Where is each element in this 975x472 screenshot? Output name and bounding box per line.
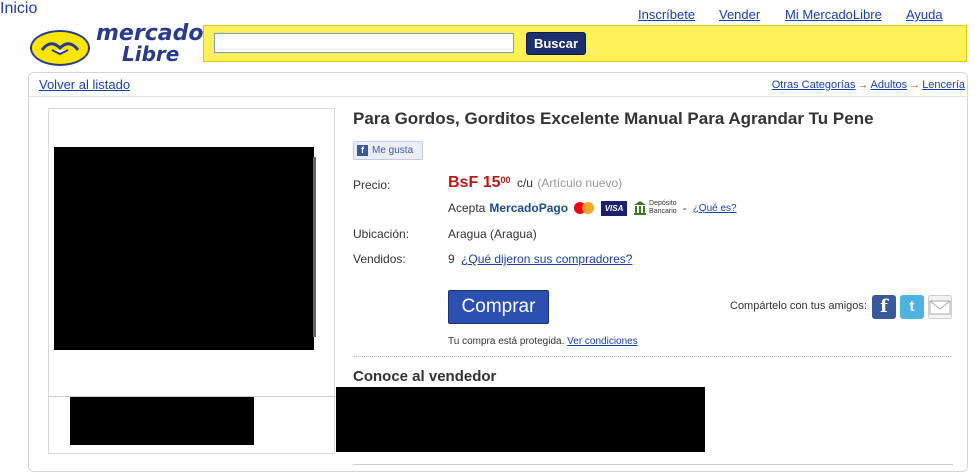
breadcrumb-arrow-icon: → bbox=[857, 79, 869, 91]
nav-link-home[interactable]: Inicio bbox=[0, 0, 37, 17]
like-label: Me gusta bbox=[372, 145, 414, 156]
search-bar: Buscar bbox=[203, 25, 967, 62]
mercadolibre-logo[interactable]: mercado Libre bbox=[28, 21, 204, 70]
product-thumbnail[interactable] bbox=[70, 397, 254, 445]
handshake-icon bbox=[30, 30, 90, 66]
logo-wordmark: mercado Libre bbox=[96, 21, 204, 66]
view-conditions-link[interactable]: Ver condiciones bbox=[567, 336, 638, 347]
nav-link-sell[interactable]: Vender bbox=[719, 7, 760, 22]
search-input[interactable] bbox=[214, 33, 514, 53]
price-value: BsF 1500 c/u (Artículo nuevo) bbox=[448, 174, 623, 191]
seller-heading: Conoce al vendedor bbox=[353, 368, 497, 385]
mercadopago-label: MercadoPago bbox=[489, 201, 569, 215]
breadcrumb-arrow-icon: → bbox=[909, 79, 921, 91]
what-is-link[interactable]: ¿Qué es? bbox=[693, 203, 737, 214]
product-image-edge bbox=[313, 157, 316, 337]
payment-methods: Acepta MercadoPago VISA Depósito Bancario… bbox=[448, 200, 737, 216]
header-divider bbox=[29, 96, 967, 97]
nav-link-help[interactable]: Ayuda bbox=[906, 7, 943, 22]
sold-label: Vendidos: bbox=[353, 252, 406, 266]
price-label: Precio: bbox=[353, 178, 391, 192]
bottom-divider bbox=[353, 464, 953, 465]
facebook-icon[interactable]: f bbox=[872, 295, 896, 319]
buy-button[interactable]: Comprar bbox=[448, 290, 549, 324]
purchase-protection: Tu compra está protegida. Ver condicione… bbox=[448, 336, 638, 347]
twitter-icon[interactable]: t bbox=[900, 295, 924, 319]
item-condition: (Artículo nuevo) bbox=[537, 176, 623, 190]
section-divider bbox=[353, 356, 951, 357]
visa-icon: VISA bbox=[601, 200, 628, 216]
breadcrumb: Otras Categorías → Adultos → Lencería bbox=[772, 79, 965, 91]
seller-info bbox=[336, 387, 705, 452]
buyer-reviews-link[interactable]: ¿Qué dijeron sus compradores? bbox=[461, 252, 632, 266]
share-label: Compártelo con tus amigos: bbox=[730, 300, 867, 312]
location-label: Ubicación: bbox=[353, 227, 410, 241]
breadcrumb-lingerie[interactable]: Lencería bbox=[922, 79, 965, 91]
sold-value: 9 ¿Qué dijeron sus compradores? bbox=[448, 252, 633, 266]
bank-icon: Depósito Bancario bbox=[633, 200, 677, 216]
nav-link-my-account[interactable]: Mi MercadoLibre bbox=[785, 7, 882, 22]
back-to-listing-link[interactable]: Volver al listado bbox=[39, 77, 130, 92]
breadcrumb-other-categories[interactable]: Otras Categorías bbox=[772, 79, 856, 91]
breadcrumb-adults[interactable]: Adultos bbox=[870, 79, 907, 91]
nav-link-register[interactable]: Inscríbete bbox=[638, 7, 695, 22]
facebook-like-button[interactable]: f Me gusta bbox=[353, 141, 423, 160]
email-icon[interactable] bbox=[928, 295, 952, 319]
location-value: Aragua (Aragua) bbox=[448, 227, 537, 241]
product-title: Para Gordos, Gorditos Excelente Manual P… bbox=[353, 109, 874, 128]
mastercard-icon bbox=[574, 201, 596, 215]
product-image[interactable] bbox=[54, 147, 314, 350]
search-button[interactable]: Buscar bbox=[526, 32, 586, 55]
facebook-icon: f bbox=[357, 145, 368, 156]
